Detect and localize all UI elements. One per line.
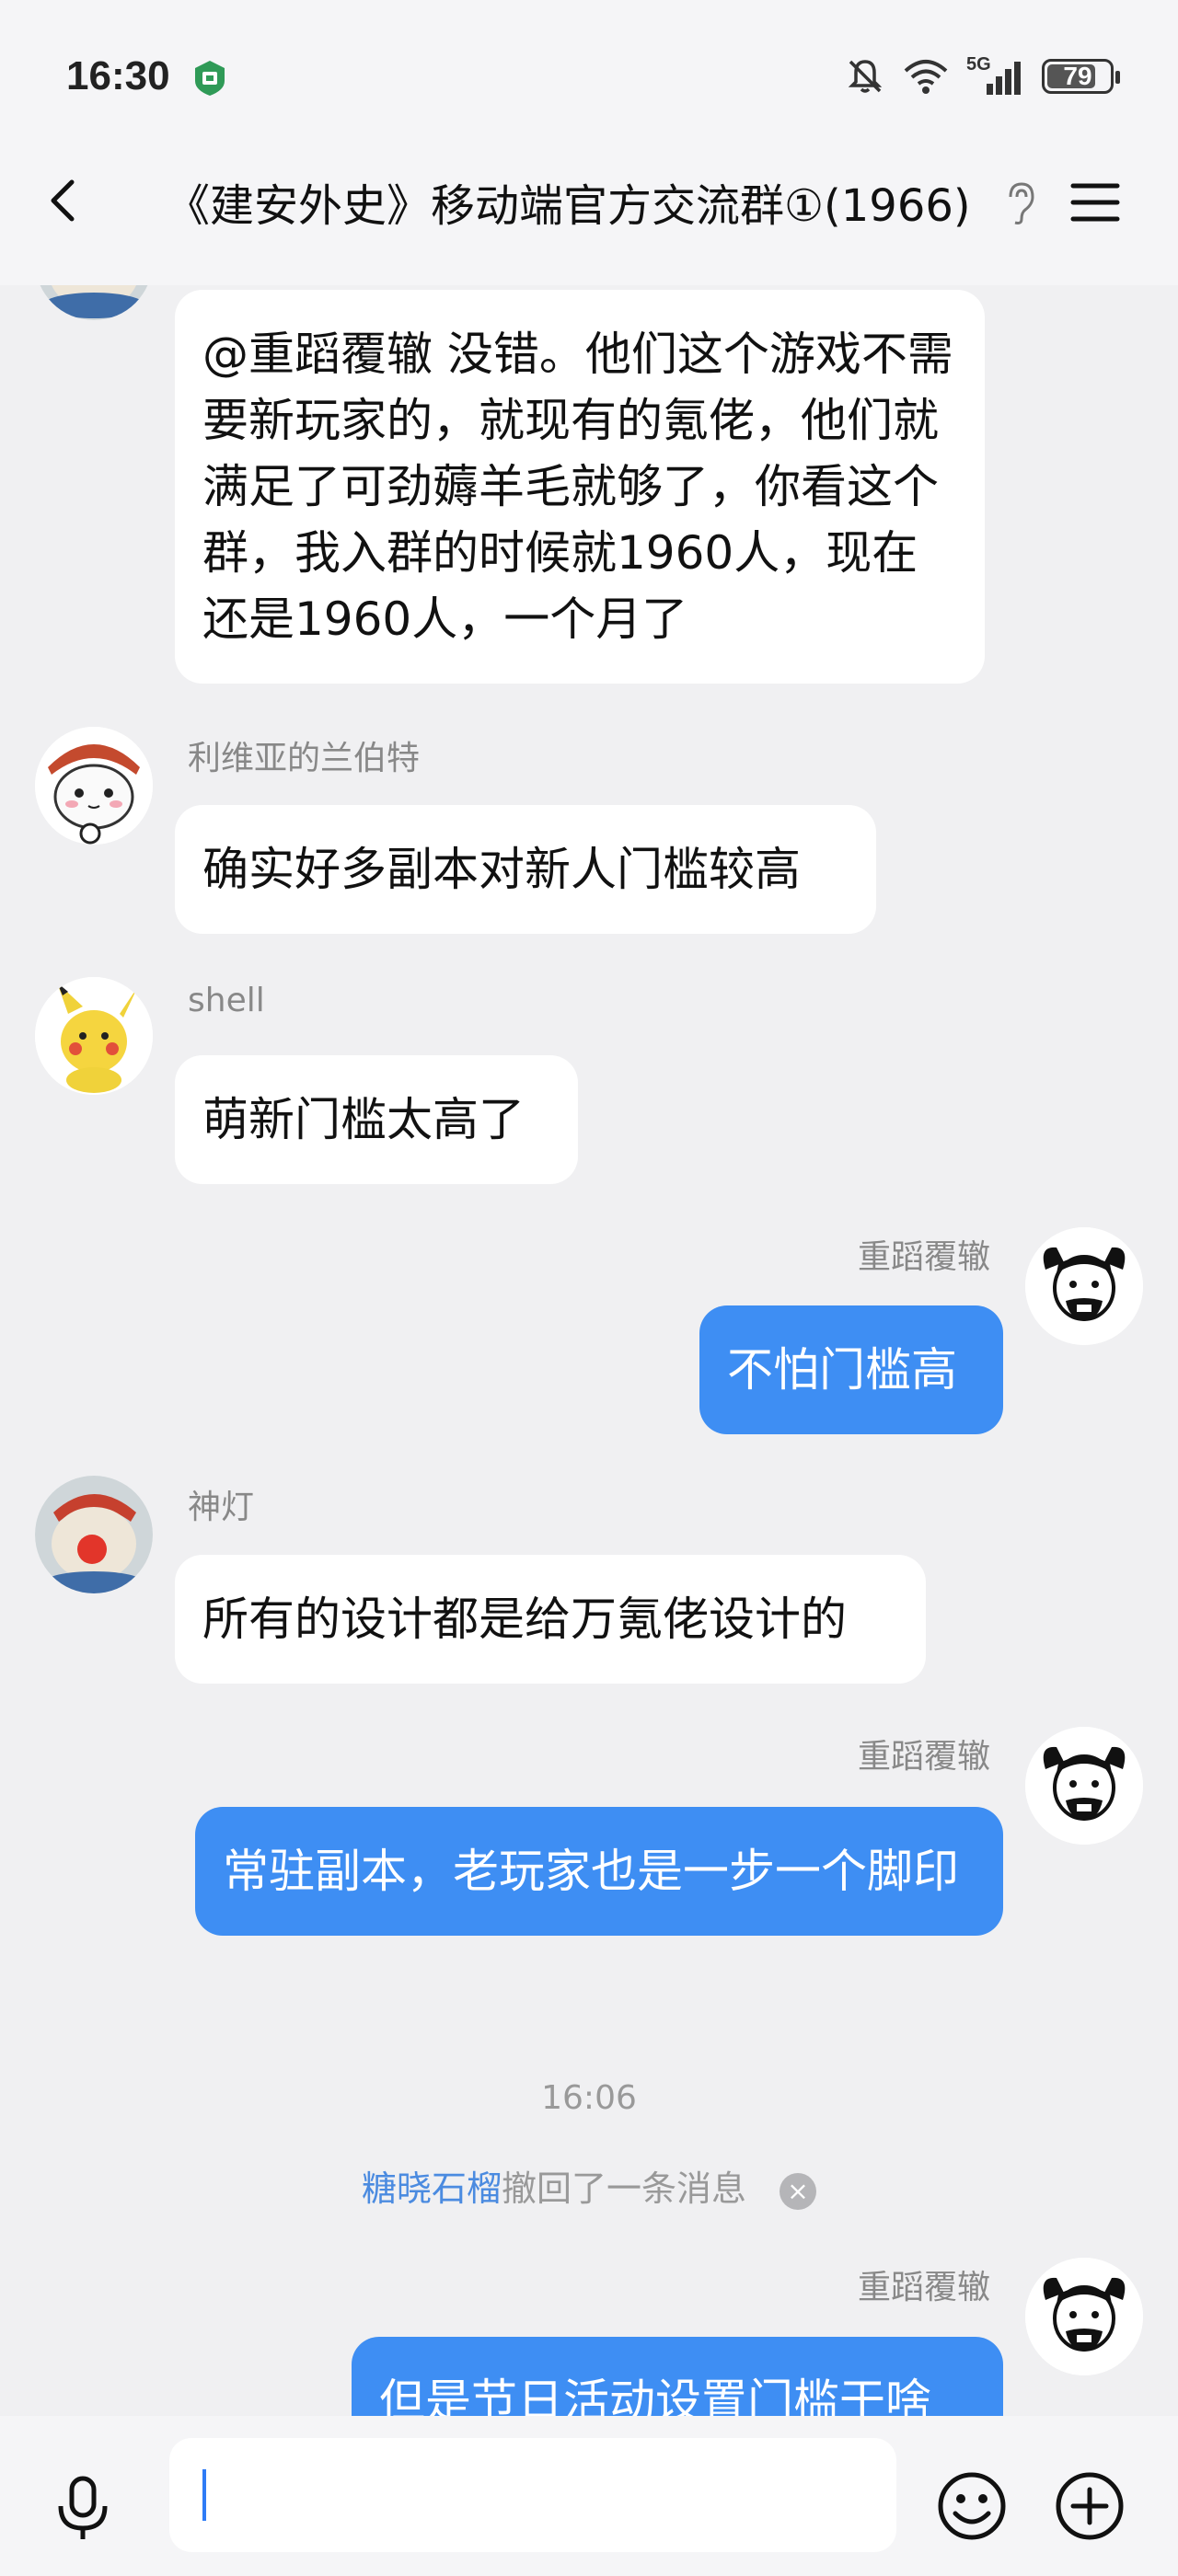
message-bubble[interactable]: 不怕门槛高 bbox=[699, 1305, 1003, 1434]
sender-name: 重蹈覆辙 bbox=[857, 1238, 990, 1276]
emoji-button[interactable] bbox=[935, 2469, 1009, 2543]
status-icons: 5G 79 bbox=[845, 53, 1120, 99]
recall-user-name[interactable]: 糖晓石榴 bbox=[362, 2168, 502, 2209]
message-text: 确实好多副本对新人门槛较高 bbox=[202, 843, 801, 896]
avatar-self[interactable] bbox=[1025, 1227, 1143, 1345]
timestamp: 16:06 bbox=[541, 2079, 637, 2117]
more-button[interactable] bbox=[1053, 2469, 1126, 2543]
battery-cap bbox=[1115, 71, 1120, 84]
avatar-self[interactable] bbox=[1025, 1727, 1143, 1845]
back-button[interactable] bbox=[37, 173, 92, 228]
sender-name: 重蹈覆辙 bbox=[857, 2269, 990, 2306]
avatar-shendeng[interactable] bbox=[35, 1476, 153, 1593]
close-icon[interactable]: × bbox=[780, 2172, 817, 2210]
message-text: @重蹈覆辙 没错。他们这个游戏不需要新玩家的，就现有的氪佬，他们就满足了可劲薅羊… bbox=[202, 328, 953, 646]
message-input[interactable] bbox=[169, 2438, 896, 2552]
message-text: 所有的设计都是给万氪佬设计的 bbox=[202, 1593, 847, 1646]
message-bubble[interactable]: 所有的设计都是给万氪佬设计的 bbox=[175, 1555, 926, 1684]
avatar-shendeng[interactable] bbox=[35, 285, 153, 320]
app-notification-icon bbox=[195, 61, 225, 96]
message-text: 不怕门槛高 bbox=[727, 1343, 957, 1397]
message-text: 萌新门槛太高了 bbox=[202, 1093, 525, 1146]
message-bubble[interactable]: 确实好多副本对新人门槛较高 bbox=[175, 805, 876, 934]
status-bar: 16:30 5G 79 bbox=[0, 0, 1178, 156]
recall-text: 撤回了一条消息 bbox=[502, 2168, 747, 2209]
voice-button[interactable] bbox=[46, 2471, 120, 2545]
battery-percent: 79 bbox=[1063, 62, 1092, 90]
avatar-liweiya[interactable] bbox=[35, 727, 153, 845]
recall-notice: 糖晓石榴撤回了一条消息 × bbox=[0, 2160, 1178, 2211]
message-bubble[interactable]: 萌新门槛太高了 bbox=[175, 1055, 578, 1184]
sender-name: shell bbox=[188, 982, 265, 1019]
mute-icon bbox=[848, 60, 883, 93]
group-title[interactable]: 《建安外史》移动端官方交流群①(1966) bbox=[166, 169, 971, 234]
ear-icon[interactable] bbox=[1003, 180, 1036, 226]
chevron-left-icon bbox=[51, 179, 75, 222]
message-list[interactable]: @重蹈覆辙 没错。他们这个游戏不需要新玩家的，就现有的氪佬，他们就满足了可劲薅羊… bbox=[0, 285, 1178, 2416]
signal-bars-icon bbox=[987, 62, 1021, 95]
battery-indicator: 79 bbox=[1042, 59, 1120, 94]
wifi-icon bbox=[904, 60, 948, 94]
sender-name: 重蹈覆辙 bbox=[857, 1738, 990, 1776]
message-bubble[interactable]: 但是节日活动设置门槛干啥 bbox=[352, 2337, 1003, 2416]
message-text: 常驻副本，老玩家也是一步一个脚印 bbox=[223, 1845, 959, 1898]
plus-icon bbox=[1056, 2472, 1124, 2540]
message-bubble[interactable]: 常驻副本，老玩家也是一步一个脚印 bbox=[195, 1807, 1003, 1936]
avatar-shell[interactable] bbox=[35, 977, 153, 1095]
avatar-self[interactable] bbox=[1025, 2258, 1143, 2375]
menu-button[interactable] bbox=[1068, 175, 1123, 230]
menu-icon bbox=[1070, 183, 1120, 222]
text-cursor bbox=[202, 2469, 206, 2521]
status-time: 16:30 bbox=[66, 53, 170, 98]
message-bubble[interactable]: @重蹈覆辙 没错。他们这个游戏不需要新玩家的，就现有的氪佬，他们就满足了可劲薅羊… bbox=[175, 290, 985, 684]
microphone-icon bbox=[58, 2476, 108, 2539]
emoji-icon bbox=[938, 2472, 1006, 2540]
message-text: 但是节日活动设置门槛干啥 bbox=[379, 2375, 931, 2416]
sender-name: 利维亚的兰伯特 bbox=[188, 740, 421, 777]
cellular-signal: 5G bbox=[966, 54, 1025, 97]
sender-name: 神灯 bbox=[188, 1489, 255, 1526]
